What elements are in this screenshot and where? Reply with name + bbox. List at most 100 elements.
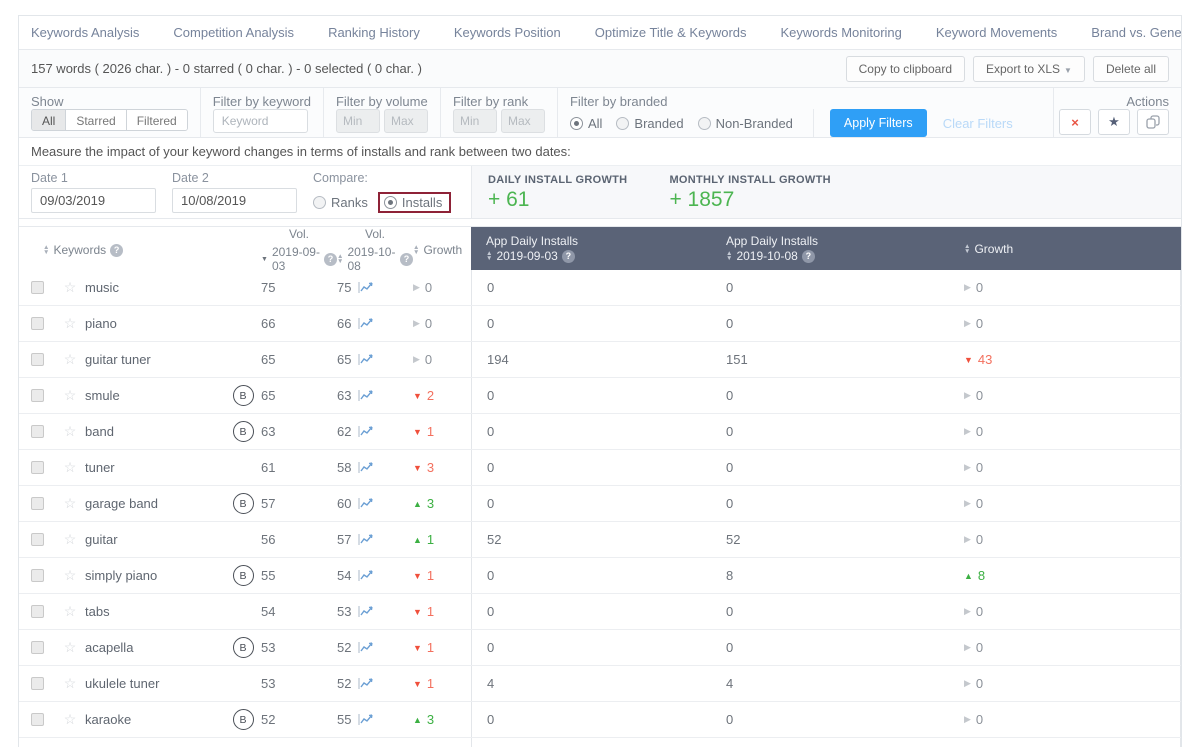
row-checkbox[interactable]	[30, 281, 44, 294]
branded-filter-row: All Branded Non-Branded Apply Filters Clea…	[569, 109, 1041, 137]
row-checkbox[interactable]	[30, 569, 44, 582]
sort-icon[interactable]: ▲ ▼	[413, 244, 419, 256]
branded-filter-section: Filter by branded All Branded Non-Branded …	[558, 88, 1053, 137]
row-checkbox[interactable]	[30, 497, 44, 510]
help-icon[interactable]: ?	[561, 249, 575, 263]
date1-input[interactable]	[31, 188, 156, 213]
line-chart-icon[interactable]	[358, 533, 374, 546]
tab-keyword-movements[interactable]: Keyword Movements	[936, 16, 1057, 50]
date2-input[interactable]	[172, 188, 297, 213]
installs-growth-cell: ▶ 0	[949, 702, 1181, 737]
help-icon[interactable]: ?	[324, 252, 337, 266]
installs-date1-column-header[interactable]: App Daily Installs ▲ ▼ 2019-09-03 ?	[471, 227, 711, 270]
row-checkbox[interactable]	[30, 713, 44, 726]
vol-date1-column-header[interactable]: Vol. ▼ 2019-09-03 ?	[261, 227, 337, 273]
row-checkbox[interactable]	[30, 425, 44, 438]
delete-all-button[interactable]: Delete all	[1092, 55, 1169, 82]
line-chart-icon[interactable]	[358, 389, 374, 402]
line-chart-icon[interactable]	[358, 713, 374, 726]
line-chart-icon[interactable]	[358, 425, 374, 438]
keywords-column-header[interactable]: ▲ ▼ Keywords ?	[19, 243, 225, 257]
sort-icon[interactable]: ▲ ▼	[337, 253, 343, 265]
vol-date2-column-header[interactable]: Vol. ▲ ▼ 2019-10-08 ?	[337, 227, 413, 273]
star-icon[interactable]: ☆	[64, 603, 77, 620]
keyword-filter-input[interactable]	[212, 109, 308, 133]
sort-icon[interactable]: ▲ ▼	[43, 244, 49, 256]
line-chart-icon[interactable]	[358, 641, 374, 654]
growth-column-header[interactable]: ▲ ▼ Growth	[413, 243, 471, 257]
row-checkbox[interactable]	[30, 533, 44, 546]
branded-option-all[interactable]: All	[569, 115, 603, 131]
star-icon[interactable]: ☆	[64, 639, 77, 656]
branded-option-non-branded[interactable]: Non-Branded	[697, 116, 793, 131]
compare-option-ranks[interactable]: Ranks	[313, 195, 368, 210]
row-checkbox[interactable]	[30, 641, 44, 654]
rank-minmax	[452, 109, 545, 133]
sort-icon[interactable]: ▲ ▼	[726, 250, 732, 262]
sort-desc-icon[interactable]: ▼	[261, 256, 268, 263]
copy-to-clipboard-button[interactable]: Copy to clipboard	[845, 55, 965, 82]
sort-icon[interactable]: ▲ ▼	[964, 243, 970, 255]
line-chart-icon[interactable]	[358, 677, 374, 690]
rank-min-input[interactable]	[452, 109, 497, 133]
clear-filters-button[interactable]: Clear Filters	[943, 116, 1013, 131]
star-icon[interactable]: ☆	[64, 423, 77, 440]
line-chart-icon[interactable]	[358, 605, 374, 618]
keywords-table: ▲ ▼ Keywords ? Vol. ▼ 2019-09-03 ? Vol. ▲…	[19, 226, 1181, 747]
row-checkbox[interactable]	[30, 389, 44, 402]
tab-keywords-analysis[interactable]: Keywords Analysis	[31, 16, 139, 50]
show-option-filtered[interactable]: Filtered	[126, 110, 187, 130]
compare-option-installs[interactable]: Installs	[377, 192, 452, 213]
star-icon[interactable]: ☆	[64, 567, 77, 584]
star-icon[interactable]: ☆	[64, 711, 77, 728]
filter-by-volume-label: Filter by volume	[335, 94, 428, 109]
star-icon[interactable]: ☆	[64, 279, 77, 296]
arrow-down-icon: ▼	[964, 354, 973, 365]
row-checkbox[interactable]	[30, 317, 44, 330]
row-checkbox[interactable]	[30, 353, 44, 366]
sort-icon[interactable]: ▲ ▼	[486, 250, 492, 262]
apply-filters-button[interactable]: Apply Filters	[829, 109, 927, 137]
export-to-xls-button[interactable]: Export to XLS ▼	[973, 55, 1085, 82]
show-option-starred[interactable]: Starred	[66, 110, 127, 130]
tab-competition-analysis[interactable]: Competition Analysis	[173, 16, 294, 50]
date2-group: Date 2	[172, 171, 297, 213]
volume-max-input[interactable]	[383, 109, 428, 133]
vol-date2-cell: 52	[337, 640, 413, 655]
rank-max-input[interactable]	[500, 109, 545, 133]
tab-optimize-title-keywords[interactable]: Optimize Title & Keywords	[595, 16, 747, 50]
star-icon[interactable]: ☆	[64, 675, 77, 692]
row-checkbox[interactable]	[30, 677, 44, 690]
star-icon[interactable]: ☆	[64, 351, 77, 368]
star-icon[interactable]: ☆	[64, 495, 77, 512]
line-chart-icon[interactable]	[358, 461, 374, 474]
installs-growth-column-header[interactable]: ▲ ▼ Growth	[949, 227, 1181, 270]
tab-ranking-history[interactable]: Ranking History	[328, 16, 420, 50]
tab-keywords-monitoring[interactable]: Keywords Monitoring	[781, 16, 902, 50]
vol-growth-cell: ▲ 1	[413, 532, 471, 547]
star-icon[interactable]: ☆	[64, 315, 77, 332]
branded-option-branded[interactable]: Branded	[616, 116, 684, 131]
copy-action-button[interactable]	[1137, 109, 1169, 135]
installs-date2-column-header[interactable]: App Daily Installs ▲ ▼ 2019-10-08 ?	[711, 227, 949, 270]
row-checkbox[interactable]	[30, 461, 44, 474]
line-chart-icon[interactable]	[358, 353, 374, 366]
show-option-all[interactable]: All	[32, 110, 67, 130]
line-chart-icon[interactable]	[358, 497, 374, 510]
help-icon[interactable]: ?	[110, 243, 124, 257]
volume-min-input[interactable]	[335, 109, 380, 133]
star-icon[interactable]: ☆	[64, 531, 77, 548]
line-chart-icon[interactable]	[358, 317, 374, 330]
star-icon[interactable]: ☆	[64, 459, 77, 476]
line-chart-icon[interactable]	[358, 281, 374, 294]
help-icon[interactable]: ?	[400, 252, 413, 266]
branded-option-label: All	[587, 115, 603, 131]
tab-brand-vs-generic[interactable]: Brand vs. Generic	[1091, 16, 1181, 50]
delete-action-button[interactable]: ×	[1059, 109, 1091, 135]
tab-keywords-position[interactable]: Keywords Position	[454, 16, 561, 50]
line-chart-icon[interactable]	[358, 569, 374, 582]
row-checkbox[interactable]	[30, 605, 44, 618]
help-icon[interactable]: ?	[801, 249, 815, 263]
star-icon[interactable]: ☆	[64, 387, 77, 404]
star-action-button[interactable]: ★	[1098, 109, 1130, 135]
